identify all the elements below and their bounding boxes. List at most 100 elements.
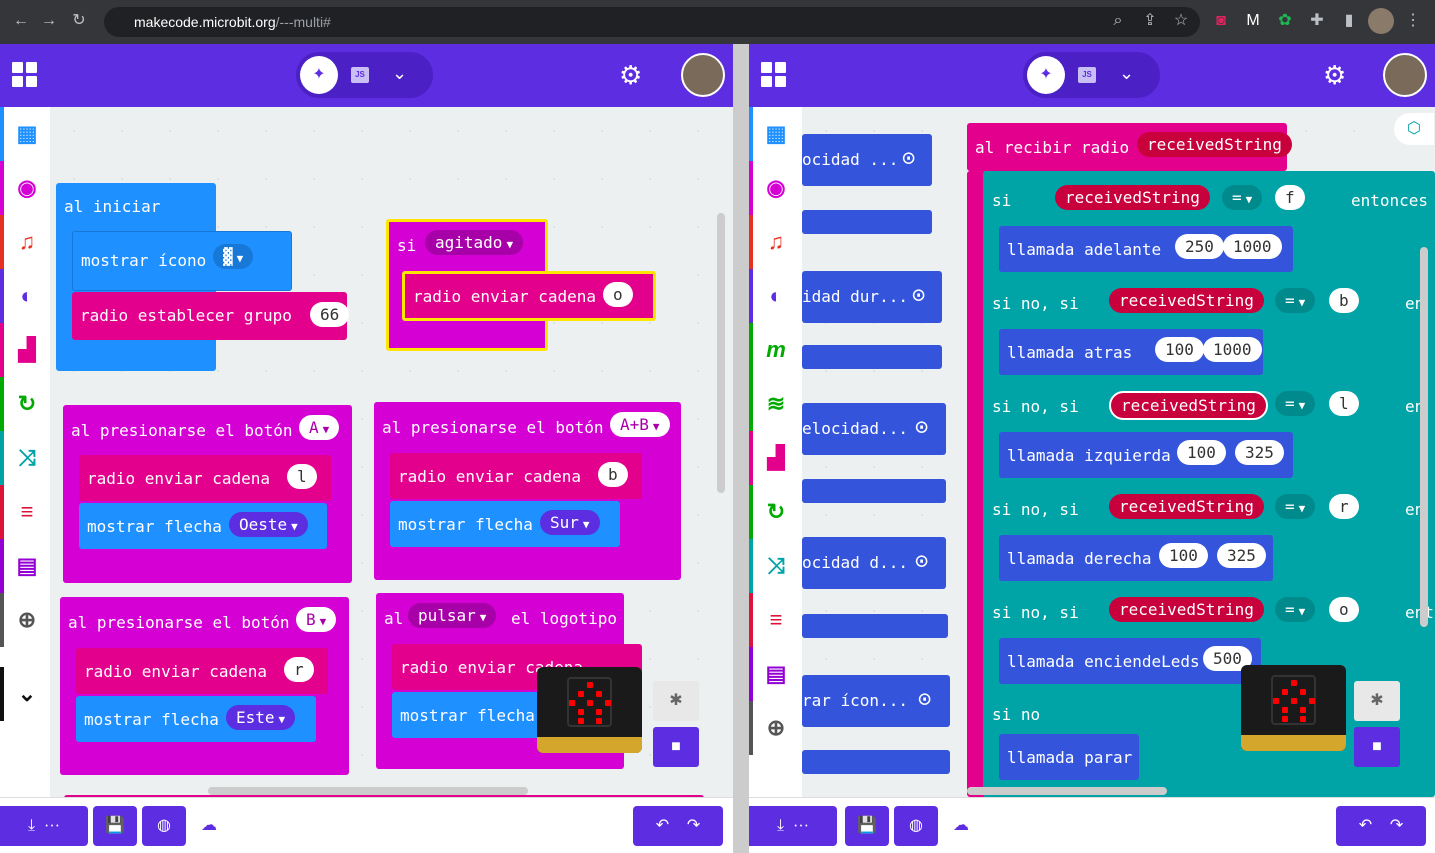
- show-arrow-b-block[interactable]: mostrar flecha Este ▼: [76, 696, 316, 742]
- show-arrow-ab-block[interactable]: mostrar flecha Sur ▼: [390, 501, 620, 547]
- call-derecha-block[interactable]: llamada derecha 100 325: [999, 535, 1273, 581]
- editor-mode-toggle[interactable]: ✦ JS ⌄: [1023, 52, 1160, 98]
- category-music-icon[interactable]: ♫: [0, 215, 50, 269]
- cloud-icon[interactable]: ☁: [194, 806, 224, 846]
- radio-send-a-block[interactable]: radio enviar cadena l: [79, 455, 331, 501]
- eq-dropdown-3[interactable]: = ▼: [1275, 391, 1316, 416]
- javascript-icon[interactable]: JS: [1078, 67, 1096, 83]
- sidepanel-icon[interactable]: ▮: [1336, 8, 1362, 34]
- button-ab-dropdown[interactable]: A+B ▼: [610, 412, 670, 437]
- pocket-icon[interactable]: ◙: [1208, 8, 1234, 34]
- radio-send-string-block[interactable]: radio enviar cadena o: [402, 271, 656, 321]
- redo-icon[interactable]: ↷: [687, 817, 700, 834]
- cond-value-3[interactable]: l: [1329, 391, 1359, 416]
- arrow-a-dropdown[interactable]: Oeste ▼: [229, 512, 308, 537]
- call-atras-block[interactable]: llamada atras 100 1000: [999, 329, 1263, 375]
- arrow-ab-dropdown[interactable]: Sur ▼: [540, 510, 600, 535]
- debug-bug-icon[interactable]: ✱: [653, 681, 699, 721]
- avatar[interactable]: [1383, 53, 1427, 97]
- call-2-a[interactable]: 100: [1155, 337, 1204, 362]
- call-izquierda-block[interactable]: llamada izquierda 100 325: [999, 432, 1293, 478]
- radio-send-ab-block[interactable]: radio enviar cadena b: [390, 453, 642, 499]
- undo-icon[interactable]: ↶: [1359, 817, 1372, 834]
- category-loops-icon[interactable]: ↻: [0, 377, 50, 431]
- javascript-icon[interactable]: JS: [351, 67, 369, 83]
- category-input-icon[interactable]: ◉: [749, 161, 799, 215]
- microbit-logo-icon[interactable]: [12, 62, 38, 88]
- download-button[interactable]: ⤓ ⋯: [749, 806, 837, 846]
- call-3-a[interactable]: 100: [1177, 440, 1226, 465]
- workspace-right[interactable]: ocidad ... ⊙ idad dur... ⊙ elocidad... ⊙ oc…: [802, 107, 1435, 797]
- show-arrow-a-block[interactable]: mostrar flecha Oeste ▼: [79, 503, 327, 549]
- forward-icon[interactable]: →: [36, 8, 62, 34]
- call-2-b[interactable]: 1000: [1203, 337, 1262, 362]
- call-enciendeleds-block[interactable]: llamada enciendeLeds 500: [999, 638, 1261, 684]
- flyout-block-4[interactable]: ocidad d... ⊙: [802, 537, 946, 589]
- settings-gear-icon[interactable]: ⚙: [619, 61, 642, 89]
- category-math-icon[interactable]: ▤: [0, 539, 50, 593]
- bookmark-star-icon[interactable]: ☆: [1168, 8, 1194, 34]
- cloud-icon[interactable]: ☁: [946, 806, 976, 846]
- category-basic-icon[interactable]: ▦: [0, 107, 50, 161]
- microbit-logo-icon[interactable]: [761, 62, 787, 88]
- blocks-puzzle-icon[interactable]: ✦: [300, 56, 338, 94]
- vertical-scrollbar[interactable]: [717, 213, 725, 493]
- horizontal-scrollbar[interactable]: [208, 787, 528, 795]
- github-icon[interactable]: ◍: [142, 806, 186, 846]
- flyout-block-3[interactable]: elocidad... ⊙: [802, 403, 946, 455]
- cond-var-3[interactable]: receivedString: [1109, 391, 1268, 420]
- call-1-b[interactable]: 1000: [1223, 234, 1282, 259]
- editor-mode-toggle[interactable]: ✦ JS ⌄: [296, 52, 433, 98]
- category-radio-icon[interactable]: ▟: [749, 431, 799, 485]
- category-basic-icon[interactable]: ▦: [749, 107, 799, 161]
- collapse-chevron-icon[interactable]: ⊙: [918, 687, 931, 712]
- category-math-icon[interactable]: ▤: [749, 647, 799, 701]
- undo-icon[interactable]: ↶: [656, 817, 669, 834]
- stop-square-icon[interactable]: ■: [1354, 727, 1400, 767]
- eq-dropdown-4[interactable]: = ▼: [1275, 494, 1316, 519]
- show-icon-block[interactable]: mostrar ícono ▓ ▼: [72, 231, 292, 291]
- category-logic-icon[interactable]: ⤨: [0, 431, 50, 485]
- horizontal-scrollbar-right[interactable]: [967, 787, 1167, 795]
- microbit-simulator[interactable]: [537, 667, 642, 753]
- download-button[interactable]: ⤓ ⋯: [0, 806, 88, 846]
- flyout-block-2[interactable]: idad dur... ⊙: [802, 271, 942, 323]
- redo-icon[interactable]: ↷: [1390, 817, 1403, 834]
- collapse-chevron-icon[interactable]: ⊙: [912, 283, 925, 308]
- eq-dropdown-1[interactable]: = ▼: [1222, 185, 1263, 210]
- category-led-icon[interactable]: ◐: [0, 269, 50, 323]
- chevron-down-icon[interactable]: ⌄: [1119, 63, 1134, 84]
- collapse-chevron-icon[interactable]: ⊙: [915, 415, 928, 440]
- debug-bug-icon[interactable]: ✱: [1354, 681, 1400, 721]
- radio-send-b-block[interactable]: radio enviar cadena r: [76, 648, 328, 694]
- eq-dropdown-2[interactable]: = ▼: [1275, 288, 1316, 313]
- github-icon[interactable]: ◍: [894, 806, 938, 846]
- flyout-block-1[interactable]: ocidad ... ⊙: [802, 134, 932, 186]
- save-disk-icon[interactable]: 💾: [93, 806, 137, 846]
- cond-value-1[interactable]: f: [1275, 185, 1305, 210]
- workspace[interactable]: al iniciar mostrar ícono ▓ ▼ radio establ…: [50, 107, 733, 805]
- collapse-chevron-icon[interactable]: ⊙: [902, 146, 915, 171]
- pane-divider[interactable]: [733, 44, 749, 853]
- cond-value-4[interactable]: r: [1329, 494, 1359, 519]
- category-music-icon[interactable]: ♫: [749, 215, 799, 269]
- address-bar[interactable]: makecode.microbit.org/---multi#: [104, 7, 1200, 37]
- save-disk-icon[interactable]: 💾: [845, 806, 889, 846]
- send-value[interactable]: o: [603, 282, 633, 307]
- profile-icon[interactable]: [1368, 8, 1394, 34]
- button-a-dropdown[interactable]: A ▼: [299, 415, 340, 440]
- category-loops-icon[interactable]: ↻: [749, 485, 799, 539]
- cond-value-2[interactable]: b: [1329, 288, 1359, 313]
- cond-var-1[interactable]: receivedString: [1055, 185, 1210, 210]
- send-a-value[interactable]: l: [287, 464, 317, 489]
- category-variables-icon[interactable]: ≡: [0, 485, 50, 539]
- flyout-block-5[interactable]: rar ícon... ⊙: [802, 675, 950, 727]
- send-ab-value[interactable]: b: [598, 462, 628, 487]
- on-radio-received-block[interactable]: al recibir radio receivedString: [967, 123, 1292, 171]
- call-4-b[interactable]: 325: [1217, 543, 1266, 568]
- call-3-b[interactable]: 325: [1235, 440, 1284, 465]
- cond-var-5[interactable]: receivedString: [1109, 597, 1264, 622]
- category-wifi-icon[interactable]: ≋: [749, 377, 799, 431]
- menu-kebab-icon[interactable]: ⋮: [1400, 8, 1426, 34]
- back-icon[interactable]: ←: [8, 8, 34, 34]
